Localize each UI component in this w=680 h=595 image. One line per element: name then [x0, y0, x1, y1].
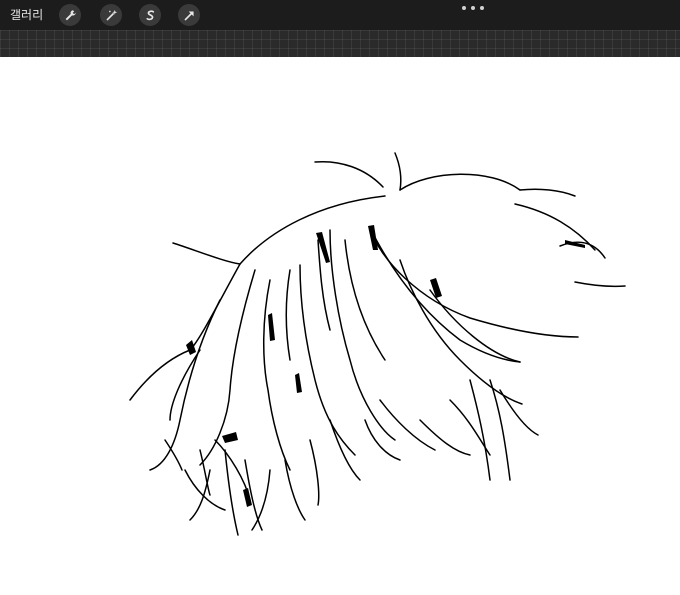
- transform-arrow-icon: [184, 10, 194, 20]
- gallery-button[interactable]: 갤러리: [10, 6, 43, 24]
- drawing-canvas[interactable]: [0, 57, 680, 595]
- selection-s-icon: [145, 9, 154, 20]
- hair-sketch: [129, 152, 626, 536]
- selection-button[interactable]: [139, 4, 161, 26]
- ellipsis-icon-dot: [480, 6, 484, 10]
- adjustments-button[interactable]: [100, 4, 122, 26]
- more-menu-button[interactable]: [462, 3, 484, 13]
- magic-wand-icon: [106, 9, 117, 20]
- ellipsis-icon-dot: [471, 6, 475, 10]
- grid-strip: [0, 30, 680, 58]
- wrench-icon: [65, 9, 76, 20]
- actions-button[interactable]: [59, 4, 81, 26]
- transform-button[interactable]: [178, 4, 200, 26]
- top-toolbar: 갤러리: [0, 0, 680, 30]
- ellipsis-icon-dot: [462, 6, 466, 10]
